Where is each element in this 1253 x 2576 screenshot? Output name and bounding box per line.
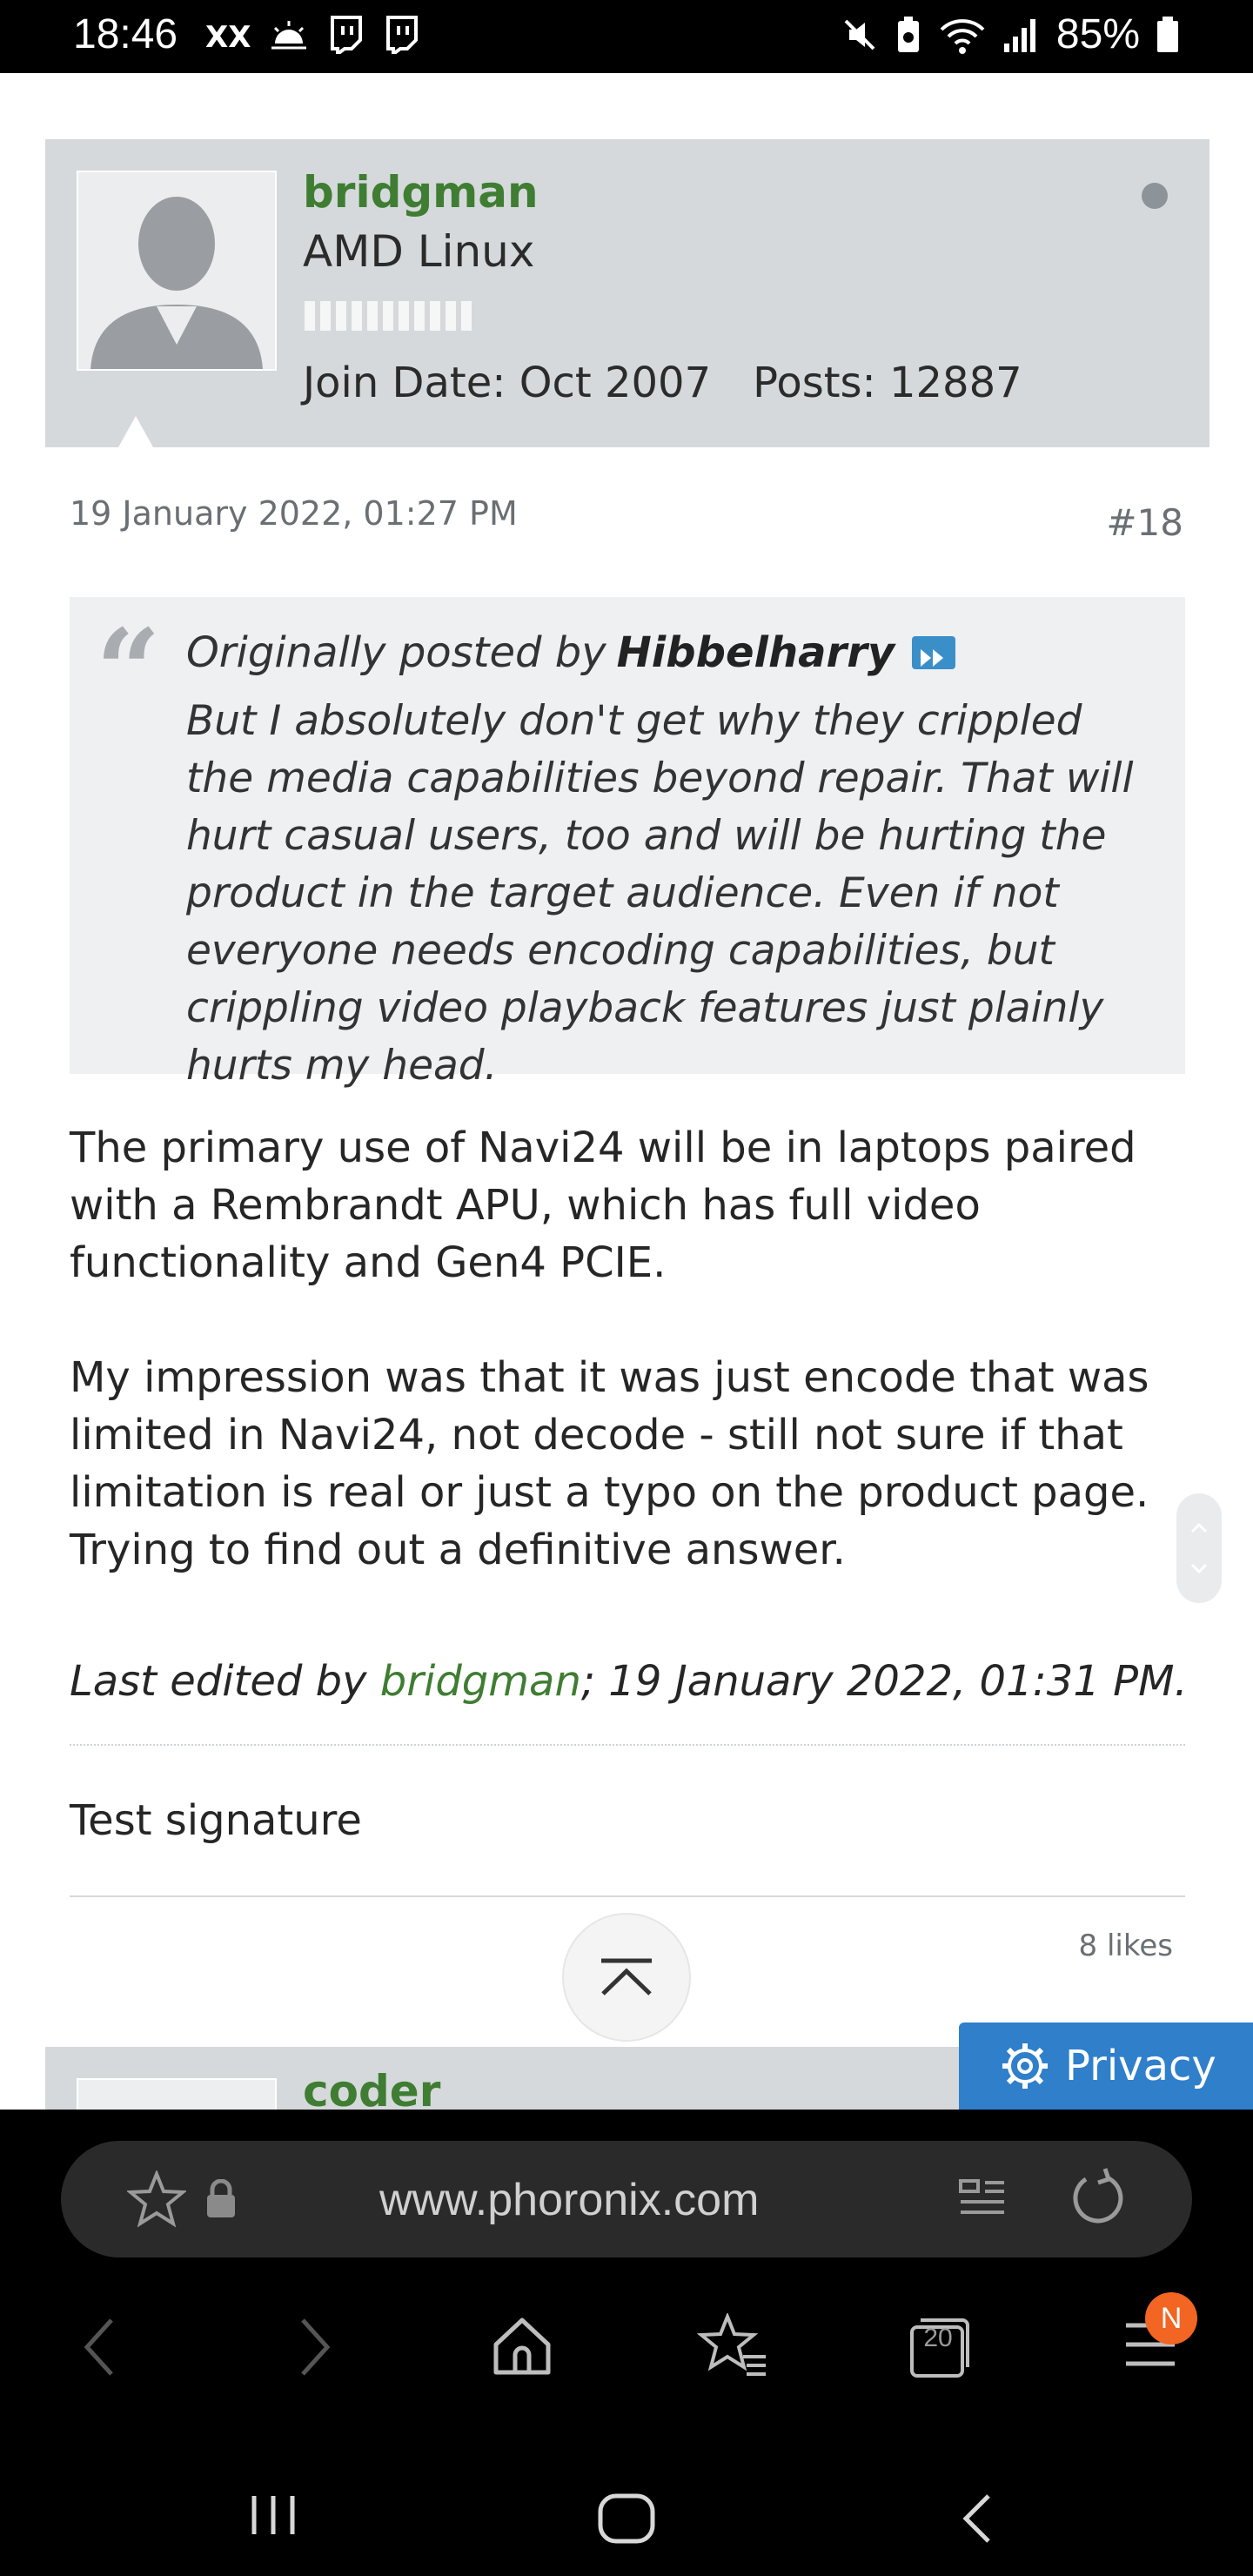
home-icon[interactable]: [491, 2315, 553, 2378]
quote-mark-icon: “: [96, 604, 161, 737]
scroll-to-top-button[interactable]: [562, 1913, 691, 2042]
privacy-button[interactable]: Privacy: [959, 2023, 1253, 2110]
signature: Test signature: [70, 1796, 362, 1845]
home-button-icon[interactable]: [597, 2492, 656, 2545]
scroll-arrows-icon: [1190, 1522, 1208, 1574]
signal-icon: [1003, 18, 1035, 52]
jump-to-post-icon[interactable]: [912, 636, 956, 669]
menu-notification-badge: N: [1145, 2292, 1197, 2345]
system-icons: 85%: [841, 10, 1180, 58]
svg-text:XX: XX: [205, 20, 251, 52]
twitch-icon: [386, 16, 418, 54]
twitch-icon: [331, 16, 362, 54]
post-author-panel: bridgman AMD Linux Join Date: Oct 2007 P…: [45, 139, 1209, 447]
avatar[interactable]: [77, 171, 277, 371]
tab-count: 20: [923, 2324, 953, 2352]
battery-percent: 85%: [1055, 11, 1140, 57]
post-count: Posts: 12887: [753, 359, 1022, 407]
author-panel-pointer: [118, 416, 153, 447]
join-date: Join Date: Oct 2007: [303, 359, 712, 407]
edited-by-link[interactable]: bridgman: [380, 1657, 581, 1706]
system-back-icon[interactable]: [959, 2492, 994, 2545]
chevron-up-icon: [601, 1958, 652, 1996]
wifi-icon: [940, 18, 985, 54]
post-number-link[interactable]: #18: [1106, 501, 1183, 544]
mute-icon: [844, 19, 875, 50]
user-rank-bar: [305, 301, 472, 331]
likes-count[interactable]: 8 likes: [1079, 1929, 1173, 1963]
battery-saver-icon: [897, 16, 919, 52]
quote-block: “ Originally posted by Hibbelharry But I…: [70, 597, 1185, 1090]
bookmarks-icon[interactable]: [696, 2313, 769, 2379]
quote-author: Hibbelharry: [616, 628, 895, 677]
bookmark-star-icon[interactable]: [127, 2170, 186, 2228]
edited-prefix: Last edited by: [70, 1657, 380, 1706]
post-paragraph: The primary use of Navi24 will be in lap…: [70, 1124, 1136, 1287]
privacy-label: Privacy: [1065, 2042, 1216, 2090]
edited-suffix: ; 19 January 2022, 01:31 PM.: [580, 1657, 1188, 1706]
back-arrow-icon[interactable]: [82, 2317, 117, 2378]
avatar[interactable]: [77, 2078, 277, 2110]
reload-icon[interactable]: [1067, 2167, 1129, 2230]
battery-icon: [1157, 16, 1178, 52]
online-status-indicator: [1142, 183, 1168, 209]
last-edited-note: Last edited by bridgman; 19 January 2022…: [70, 1657, 1188, 1706]
weather-icon: [271, 21, 306, 50]
app-notification-icon: XX: [205, 20, 251, 52]
url-text: www.phoronix.com: [379, 2175, 760, 2225]
page-scroller[interactable]: [1176, 1493, 1222, 1603]
address-bar[interactable]: www.phoronix.com: [61, 2141, 1192, 2257]
divider: [70, 1744, 1185, 1746]
post-date: 19 January 2022, 01:27 PM: [70, 494, 518, 533]
post-paragraph: My impression was that it was just encod…: [70, 1353, 1149, 1574]
reader-mode-icon[interactable]: [957, 2176, 1008, 2224]
quote-prefix: Originally posted by: [186, 628, 606, 677]
gear-icon: [1002, 2043, 1048, 2089]
quote-text: But I absolutely don't get why they crip…: [186, 697, 1134, 1090]
browser-toolbar: www.phoronix.com 20 N: [0, 2110, 1253, 2576]
user-stats: Join Date: Oct 2007 Posts: 12887: [303, 359, 1022, 407]
default-avatar-icon: [78, 172, 275, 369]
quote-header: Originally posted by Hibbelharry: [186, 628, 956, 677]
next-post-username[interactable]: coder: [303, 2066, 440, 2110]
lock-icon: [207, 2179, 235, 2217]
user-title: AMD Linux: [303, 226, 535, 277]
divider: [70, 1895, 1185, 1897]
post-username[interactable]: bridgman: [303, 167, 539, 218]
recent-apps-icon[interactable]: [247, 2492, 299, 2538]
status-bar: 18:46 XX 85%: [0, 0, 1253, 73]
notification-icons: XX: [205, 16, 419, 54]
forward-arrow-icon[interactable]: [298, 2317, 332, 2378]
status-time: 18:46: [73, 11, 178, 57]
